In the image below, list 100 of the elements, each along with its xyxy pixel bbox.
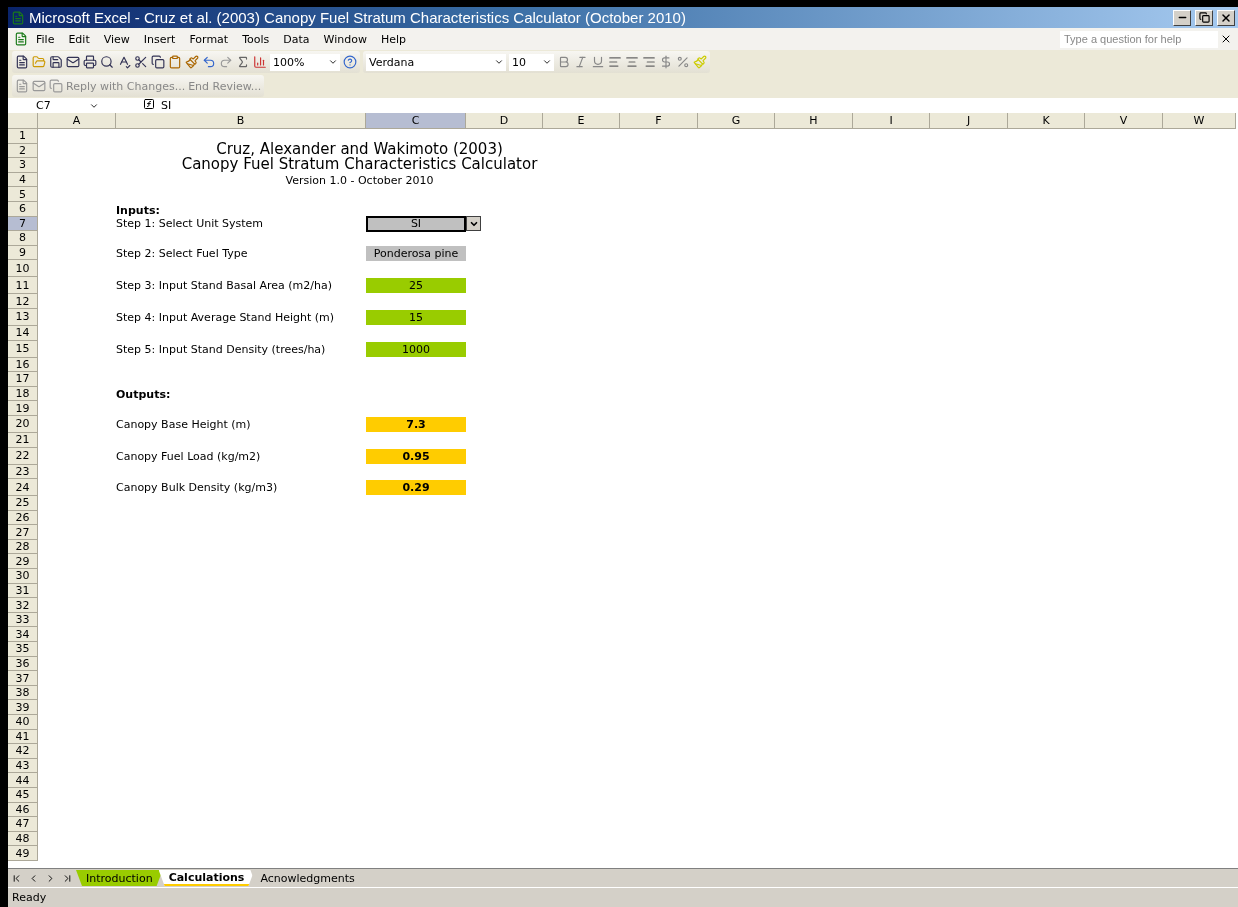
row-header[interactable]: 42 bbox=[8, 744, 38, 759]
print-icon[interactable] bbox=[83, 55, 97, 69]
row-header[interactable]: 44 bbox=[8, 773, 38, 788]
bold-icon[interactable] bbox=[557, 55, 571, 69]
output-cell: 7.3 bbox=[366, 416, 466, 432]
row-header[interactable]: 17 bbox=[8, 372, 38, 387]
copy-icon[interactable] bbox=[151, 55, 165, 69]
menu-item[interactable]: Data bbox=[277, 30, 316, 48]
align-left-icon[interactable] bbox=[608, 55, 622, 69]
italic-icon[interactable] bbox=[574, 55, 588, 69]
help-icon[interactable] bbox=[343, 55, 357, 69]
save-icon[interactable] bbox=[49, 55, 63, 69]
first-sheet-icon[interactable] bbox=[11, 872, 22, 884]
column-header[interactable]: G bbox=[698, 113, 775, 129]
row-header[interactable]: 49 bbox=[8, 846, 38, 861]
input-label: Step 3: Input Stand Basal Area (m2/ha) bbox=[116, 279, 334, 293]
minimize-button[interactable] bbox=[1173, 9, 1191, 26]
column-header[interactable]: I bbox=[853, 113, 930, 129]
close-button[interactable] bbox=[1217, 9, 1235, 26]
sheet-tab[interactable]: Introduction bbox=[76, 870, 163, 886]
align-center-icon[interactable] bbox=[625, 55, 639, 69]
redo-icon[interactable] bbox=[219, 55, 233, 69]
undo-icon[interactable] bbox=[202, 55, 216, 69]
row-header[interactable]: 8 bbox=[8, 231, 38, 246]
fill-color-icon[interactable] bbox=[693, 55, 707, 69]
name-box[interactable]: C7 bbox=[8, 99, 103, 112]
row-header[interactable]: 10 bbox=[8, 260, 38, 278]
menu-item[interactable]: Insert bbox=[137, 30, 182, 48]
preview-icon[interactable] bbox=[100, 55, 114, 69]
output-cell: 0.95 bbox=[366, 448, 466, 464]
row-header[interactable]: 3 bbox=[8, 158, 38, 173]
menu-item[interactable]: View bbox=[97, 30, 136, 48]
cut-icon[interactable] bbox=[134, 55, 148, 69]
comment-icon[interactable] bbox=[15, 79, 29, 93]
input-cell[interactable]: SI bbox=[366, 215, 466, 232]
chart-icon[interactable] bbox=[253, 55, 267, 69]
input-cell[interactable]: 25 bbox=[366, 278, 466, 294]
menu-item[interactable]: File bbox=[30, 30, 61, 48]
column-header[interactable]: E bbox=[543, 113, 620, 129]
help-search-field[interactable]: Type a question for help bbox=[1060, 30, 1218, 48]
row-header[interactable]: 40 bbox=[8, 715, 38, 730]
menu-item[interactable]: Window bbox=[317, 30, 373, 48]
output-label: Canopy Bulk Density (kg/m3) bbox=[116, 481, 279, 495]
menu-item[interactable]: Help bbox=[374, 30, 412, 48]
zoom-field[interactable]: 100% bbox=[270, 53, 340, 71]
row-header[interactable]: 30 bbox=[8, 569, 38, 584]
close-icon bbox=[1220, 11, 1232, 24]
row-header[interactable]: 24 bbox=[8, 479, 38, 497]
row-header[interactable]: 19 bbox=[8, 401, 38, 416]
paste-icon[interactable] bbox=[168, 55, 182, 69]
new-icon[interactable] bbox=[15, 55, 29, 69]
row-header[interactable]: 1 bbox=[8, 129, 38, 144]
section-heading: Inputs: bbox=[116, 203, 161, 217]
menu-item[interactable]: Tools bbox=[236, 30, 276, 48]
restore-button[interactable] bbox=[1195, 9, 1213, 26]
column-header[interactable]: J bbox=[930, 113, 1008, 129]
row-header[interactable]: 47 bbox=[8, 817, 38, 832]
row-header[interactable]: 35 bbox=[8, 642, 38, 657]
dropdown-button[interactable] bbox=[466, 216, 481, 232]
row-header[interactable]: 32 bbox=[8, 598, 38, 613]
currency-icon[interactable] bbox=[659, 55, 673, 69]
formula-field[interactable]: SI bbox=[161, 99, 172, 112]
row-header[interactable]: 39 bbox=[8, 700, 38, 715]
menu-item[interactable]: Edit bbox=[62, 30, 96, 48]
spelling-icon[interactable] bbox=[117, 55, 131, 69]
input-cell[interactable]: 1000 bbox=[366, 341, 466, 357]
percent-icon[interactable] bbox=[676, 55, 690, 69]
column-header[interactable]: H bbox=[775, 113, 853, 129]
row-header[interactable]: 29 bbox=[8, 554, 38, 570]
mail-icon[interactable] bbox=[66, 55, 80, 69]
font-field[interactable]: Verdana bbox=[366, 53, 506, 71]
column-header[interactable]: V bbox=[1085, 113, 1163, 129]
align-right-icon[interactable] bbox=[642, 55, 656, 69]
input-cell[interactable]: 15 bbox=[366, 309, 466, 325]
restore-icon bbox=[1198, 12, 1210, 23]
column-header[interactable]: F bbox=[620, 113, 698, 129]
caret-icon bbox=[542, 57, 552, 67]
close-icon[interactable] bbox=[1220, 33, 1232, 45]
column-header[interactable]: C bbox=[366, 113, 466, 129]
font-size-field[interactable]: 10 bbox=[509, 53, 554, 71]
row-header[interactable]: 25 bbox=[8, 496, 38, 511]
input-cell[interactable]: Ponderosa pine bbox=[366, 245, 466, 261]
brush-icon[interactable] bbox=[185, 55, 199, 69]
underline-icon[interactable] bbox=[591, 55, 605, 69]
row-header[interactable]: 27 bbox=[8, 525, 38, 540]
row-header[interactable]: 37 bbox=[8, 671, 38, 686]
last-sheet-icon[interactable] bbox=[62, 872, 73, 884]
sheet-tab[interactable]: Calculations bbox=[158, 870, 255, 886]
workbook-icon[interactable] bbox=[14, 32, 28, 46]
row-header[interactable]: 11 bbox=[8, 277, 38, 295]
column-header[interactable]: W bbox=[1163, 113, 1236, 129]
row-header[interactable]: 5 bbox=[8, 187, 38, 202]
column-header[interactable]: A bbox=[38, 113, 116, 129]
column-header[interactable]: B bbox=[116, 113, 366, 129]
sum-icon[interactable] bbox=[236, 55, 250, 69]
column-header[interactable]: D bbox=[466, 113, 543, 129]
column-header[interactable]: K bbox=[1008, 113, 1085, 129]
row-header[interactable]: 34 bbox=[8, 627, 38, 643]
menu-item[interactable]: Format bbox=[183, 30, 235, 48]
row-header[interactable]: 12 bbox=[8, 294, 38, 309]
